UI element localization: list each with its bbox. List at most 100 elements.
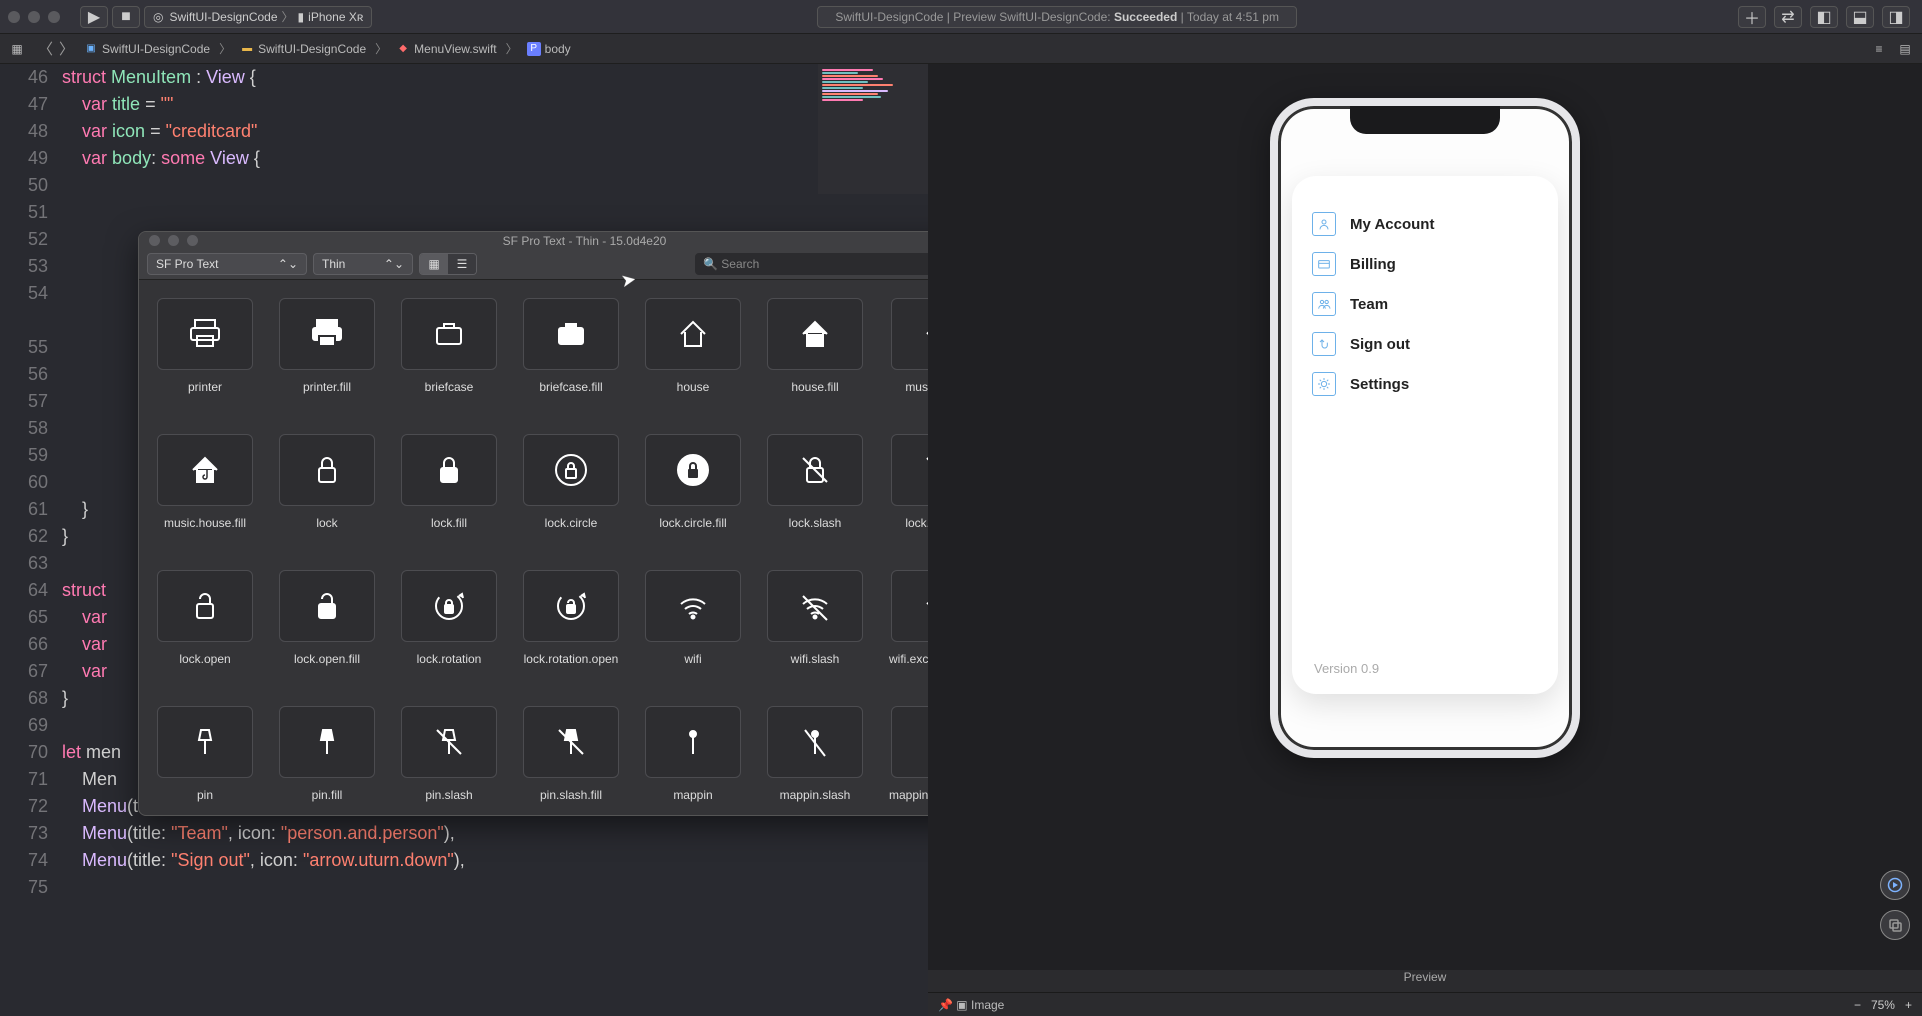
panel-bottom-button[interactable]: ⬓ [1846,6,1874,28]
symbol-label: music.house.fill [164,516,246,544]
symbol-lock-open-fill[interactable]: lock.open.fill [279,570,375,680]
preview-pane: My Account Billing Team Sign out Setting… [928,64,1922,1016]
symbol-label: briefcase.fill [539,380,602,408]
symbol-pin-fill[interactable]: pin.fill [279,706,375,816]
menu-item-people[interactable]: Team [1312,284,1538,324]
image-icon: ▣ [956,998,967,1012]
related-items-button[interactable]: ▦ [6,38,28,60]
menu-item-label: Team [1350,296,1388,313]
symbol-search-input[interactable]: 🔍 Search [695,253,928,275]
close-window-button[interactable] [8,11,20,23]
breadcrumb[interactable]: ▣ SwiftUI-DesignCode 〉 ▬ SwiftUI-DesignC… [84,40,571,57]
list-view-button[interactable]: ☰ [448,254,476,274]
symbol-label: wifi [684,652,701,680]
symbol-pin-slash-fill[interactable]: pin.slash.fill [523,706,619,816]
weight-select[interactable]: Thin⌃⌄ [313,253,413,275]
minimap[interactable] [818,64,928,194]
add-tab-button[interactable]: ＋ [1738,6,1766,28]
crumb-symbol: body [545,42,571,56]
menu-item-gear[interactable]: Settings [1312,364,1538,404]
symbol-printer[interactable]: printer [157,298,253,408]
editor-options-button[interactable]: ≡ [1868,38,1890,60]
grid-view-button[interactable]: ▦ [420,254,448,274]
symbol-pin[interactable]: pin [157,706,253,816]
resume-preview-button[interactable] [1880,870,1910,900]
symbol-label: mappin [673,788,712,816]
symbol-wifi-excl[interactable]: wifi.exclamationm… [889,570,928,680]
adjust-editor-button[interactable]: ▤ [1894,38,1916,60]
symbol-lock-circle-fill[interactable]: lock.circle.fill [645,434,741,544]
panel-right-button[interactable]: ◨ [1882,6,1910,28]
house-icon [645,298,741,370]
scheme-separator: 〉 [282,8,294,25]
symbol-wifi-slash[interactable]: wifi.slash [767,570,863,680]
stop-button[interactable]: ■ [112,6,140,28]
panel-minimize-button[interactable] [168,235,179,246]
symbol-wifi[interactable]: wifi [645,570,741,680]
symbol-music-house[interactable]: music.house [889,298,928,408]
duplicate-preview-button[interactable] [1880,910,1910,940]
nav-back-button[interactable]: 〈 [38,38,53,59]
main-toolbar: ▶ ■ ◎ SwiftUI-DesignCode 〉 ▮ iPhone Xʀ S… [0,0,1922,34]
zoom-out-button[interactable]: − [1854,998,1861,1012]
person-icon [1312,212,1336,236]
symbol-label: house.fill [791,380,838,408]
symbol-lock-open[interactable]: lock.open [157,570,253,680]
zoom-window-button[interactable] [48,11,60,23]
jump-bar: ▦ 〈 〉 ▣ SwiftUI-DesignCode 〉 ▬ SwiftUI-D… [0,34,1922,64]
symbol-lock-slash-fill[interactable]: lock.slash.fill [889,434,928,544]
scheme-selector[interactable]: ◎ SwiftUI-DesignCode 〉 ▮ iPhone Xʀ [144,6,372,28]
panel-close-button[interactable] [149,235,160,246]
font-select[interactable]: SF Pro Text⌃⌄ [147,253,307,275]
symbol-lock-slash[interactable]: lock.slash [767,434,863,544]
lock-rotation-open-icon [523,570,619,642]
activity-status: SwiftUI-DesignCode | Preview SwiftUI-Des… [817,6,1297,28]
symbol-music-house-fill[interactable]: music.house.fill [157,434,253,544]
panel-zoom-button[interactable] [187,235,198,246]
code-editor[interactable]: 464748495051525354 555657585960616263646… [0,64,928,1016]
nav-forward-button[interactable]: 〉 [59,38,74,59]
symbol-mappin-slash[interactable]: mappin.slash [767,706,863,816]
symbol-briefcase[interactable]: briefcase [401,298,497,408]
symbol-label: music.house [905,380,928,408]
code-review-button[interactable]: ⇄ [1774,6,1802,28]
lock-slash-fill-icon [891,434,928,506]
menu-item-person[interactable]: My Account [1312,204,1538,244]
run-button[interactable]: ▶ [80,6,108,28]
symbol-lock-rotation[interactable]: lock.rotation [401,570,497,680]
symbol-lock[interactable]: lock [279,434,375,544]
symbol-lock-rotation-open[interactable]: lock.rotation.open [523,570,619,680]
crumb-project: SwiftUI-DesignCode [102,42,210,56]
pin-icon[interactable]: 📌 [938,998,953,1012]
menu-item-uturn[interactable]: Sign out [1312,324,1538,364]
symbol-label: lock.circle.fill [659,516,726,544]
menu-item-creditcard[interactable]: Billing [1312,244,1538,284]
preview-tab-label[interactable]: Preview [928,970,1922,992]
symbol-briefcase-fill[interactable]: briefcase.fill [523,298,619,408]
gear-icon [1312,372,1336,396]
zoom-in-button[interactable]: + [1905,998,1912,1012]
device-icon: ▮ [298,10,305,24]
music-house-fill-icon [157,434,253,506]
symbol-mappin-ellipse[interactable]: mappin.and.ellipse [889,706,928,816]
wifi-slash-icon [767,570,863,642]
house-fill-icon [767,298,863,370]
symbol-house-fill[interactable]: house.fill [767,298,863,408]
mappin-ellipse-icon [891,706,928,778]
symbol-label: printer.fill [303,380,351,408]
people-icon [1312,292,1336,316]
symbol-lock-fill[interactable]: lock.fill [401,434,497,544]
symbol-house[interactable]: house [645,298,741,408]
symbol-mappin[interactable]: mappin [645,706,741,816]
view-mode-toggle[interactable]: ▦ ☰ [419,253,477,275]
symbol-lock-circle[interactable]: lock.circle [523,434,619,544]
symbol-label: mappin.and.ellipse [889,788,928,816]
symbol-pin-slash[interactable]: pin.slash [401,706,497,816]
preview-canvas[interactable]: My Account Billing Team Sign out Setting… [928,64,1922,970]
symbol-label: pin.slash [425,788,472,816]
symbol-grid[interactable]: printer printer.fill briefcase briefcase… [139,280,928,816]
minimize-window-button[interactable] [28,11,40,23]
panel-left-button[interactable]: ◧ [1810,6,1838,28]
status-state: Succeeded [1114,10,1177,24]
symbol-printer-fill[interactable]: printer.fill [279,298,375,408]
